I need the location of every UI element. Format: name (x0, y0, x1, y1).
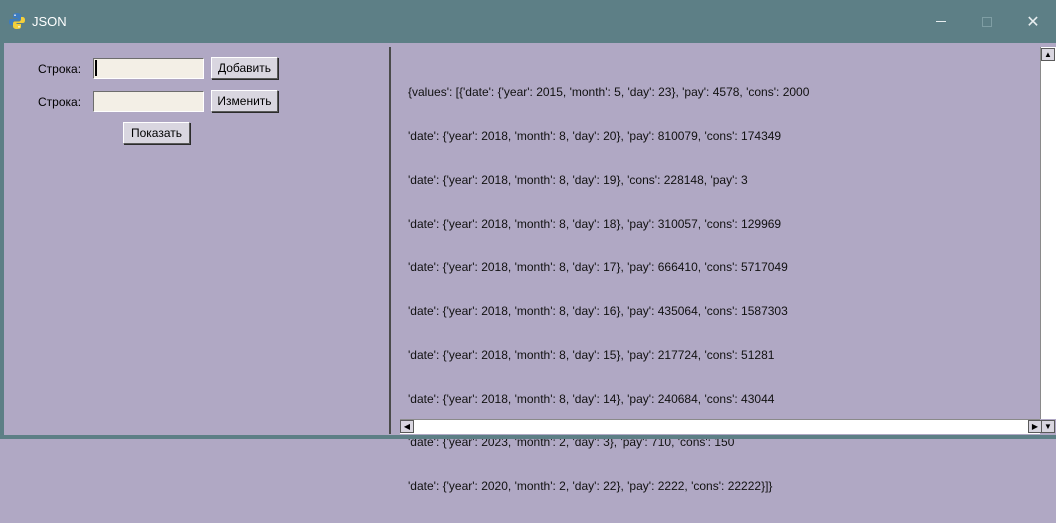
add-button[interactable]: Добавить (211, 57, 278, 79)
vertical-scrollbar[interactable]: ▲ (1040, 47, 1056, 419)
close-icon: ✕ (1026, 13, 1040, 31)
maximize-button[interactable] (964, 0, 1010, 43)
arrow-right-icon: ▶ (1031, 422, 1039, 431)
text-caret (95, 60, 97, 76)
close-button[interactable]: ✕ (1010, 0, 1056, 43)
maximize-icon (982, 16, 992, 27)
window-frame-bottom (0, 435, 1056, 439)
output-line: 'date': {'year': 2018, 'month': 8, 'day'… (408, 216, 782, 231)
app-window: JSON ✕ Строка: Добавить Строка: Изменить… (0, 0, 1056, 493)
scroll-right-button[interactable]: ▶ (1028, 420, 1042, 433)
output-line: {values': [{'date': {'year': 2015, 'mont… (408, 85, 810, 100)
output-text-area[interactable]: {values': [{'date': {'year': 2015, 'mont… (408, 56, 1028, 523)
output-line: 'date': {'year': 2018, 'month': 8, 'day'… (408, 304, 788, 319)
show-button[interactable]: Показать (123, 122, 190, 144)
output-line: 'date': {'year': 2018, 'month': 8, 'day'… (408, 260, 788, 275)
row1-label: Строка: (38, 62, 82, 76)
minimize-button[interactable] (918, 0, 964, 43)
output-line: 'date': {'year': 2020, 'month': 2, 'day'… (408, 479, 773, 494)
output-line: 'date': {'year': 2018, 'month': 8, 'day'… (408, 128, 782, 143)
row2-input[interactable] (93, 91, 204, 112)
horizontal-scrollbar[interactable]: ◀ (400, 419, 1040, 434)
row1-input[interactable] (93, 58, 204, 79)
arrow-down-icon: ▼ (1044, 422, 1052, 431)
output-line: 'date': {'year': 2018, 'month': 8, 'day'… (408, 391, 775, 406)
pane-divider[interactable] (389, 47, 391, 434)
edit-button[interactable]: Изменить (211, 90, 278, 112)
python-logo-icon (9, 13, 25, 29)
window-frame-left (0, 43, 4, 439)
minimize-icon (936, 21, 946, 22)
output-line: 'date': {'year': 2018, 'month': 8, 'day'… (408, 347, 775, 362)
output-line: 'date': {'year': 2018, 'month': 8, 'day'… (408, 172, 748, 187)
arrow-left-icon: ◀ (403, 422, 411, 431)
scroll-down-button[interactable]: ▼ (1041, 420, 1055, 433)
arrow-up-icon: ▲ (1044, 50, 1052, 59)
title-bar[interactable]: JSON ✕ (0, 0, 1056, 43)
scroll-up-button[interactable]: ▲ (1041, 48, 1055, 61)
scroll-left-button[interactable]: ◀ (400, 420, 414, 433)
row2-label: Строка: (38, 95, 82, 109)
window-title: JSON (32, 14, 67, 29)
